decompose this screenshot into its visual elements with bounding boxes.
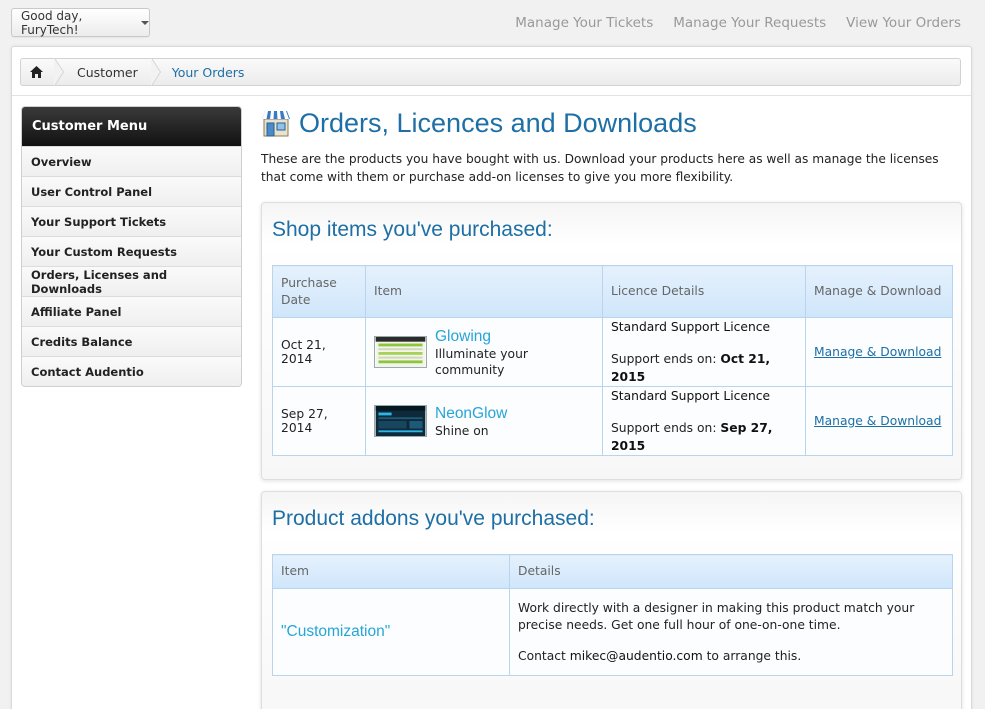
column-licence-details: Licence Details	[602, 265, 806, 318]
column-manage-download: Manage & Download	[805, 265, 953, 318]
item-description: Illuminate your community	[435, 346, 528, 377]
purchase-date: Oct 21, 2014	[272, 317, 366, 387]
purchases-panel: Shop items you've purchased: Purchase Da…	[261, 202, 962, 480]
addon-details: Work directly with a designer in making …	[518, 600, 915, 632]
sidebar-item-user-control-panel[interactable]: User Control Panel	[22, 176, 241, 206]
nav-view-orders[interactable]: View Your Orders	[846, 15, 961, 31]
support-label: Support ends on:	[611, 352, 717, 366]
breadcrumb-customer-label: Customer	[77, 64, 138, 80]
home-icon	[29, 66, 43, 78]
sidebar-item-contact[interactable]: Contact Audentio	[22, 356, 241, 386]
addons-heading: Product addons you've purchased:	[272, 507, 595, 530]
sidebar-item-orders[interactable]: Orders, Licenses and Downloads	[22, 266, 241, 296]
breadcrumb-home[interactable]	[21, 58, 64, 86]
column-item: Item	[365, 265, 603, 318]
sidebar-item-overview[interactable]: Overview	[22, 146, 241, 176]
intro-text: These are the products you have bought w…	[261, 152, 939, 184]
breadcrumb: Customer Your Orders	[20, 58, 961, 86]
purchases-heading: Shop items you've purchased:	[272, 218, 553, 241]
breadcrumb-customer[interactable]: Customer	[55, 58, 161, 86]
addons-panel: Product addons you've purchased: Item De…	[261, 491, 962, 709]
caret-down-icon	[141, 20, 149, 25]
addon-details-cell: Work directly with a designer in making …	[509, 588, 953, 676]
breadcrumb-separator	[54, 58, 64, 86]
item-name-neonglow[interactable]: NeonGlow	[435, 404, 507, 423]
addons-table-header: Item Details	[272, 554, 953, 589]
header-divider	[12, 95, 971, 96]
contact-email[interactable]: mikec@audentio.com	[570, 649, 703, 663]
action-cell: Manage & Download	[805, 317, 953, 387]
column-details: Details	[509, 554, 953, 589]
nav-manage-requests[interactable]: Manage Your Requests	[673, 15, 826, 31]
contact-prefix: Contact	[518, 648, 566, 663]
purchases-table: Purchase Date Item Licence Details Manag…	[272, 265, 953, 456]
item-name-glowing[interactable]: Glowing	[435, 327, 594, 346]
store-icon	[262, 111, 290, 137]
action-cell: Manage & Download	[805, 386, 953, 456]
customer-menu: Customer Menu Overview User Control Pane…	[21, 106, 242, 387]
top-navigation: Manage Your Tickets Manage Your Requests…	[515, 15, 961, 31]
support-label: Support ends on:	[611, 421, 717, 435]
addons-table: Item Details "Customization" Work direct…	[272, 554, 953, 676]
addon-name[interactable]: "Customization"	[281, 623, 390, 640]
glowing-thumbnail	[374, 336, 427, 368]
page-title: Orders, Licences and Downloads	[261, 106, 962, 140]
breadcrumb-your-orders-label: Your Orders	[171, 64, 245, 80]
breadcrumb-your-orders[interactable]: Your Orders	[152, 59, 259, 85]
main-content: Orders, Licences and Downloads These are…	[261, 106, 962, 709]
column-purchase-date: Purchase Date	[272, 265, 366, 318]
main-wrapper: Customer Your Orders Customer Menu Overv…	[11, 46, 972, 709]
greeting-label: Good day, FuryTech!	[21, 8, 83, 37]
item-cell: Glowing Illuminate your community	[365, 317, 603, 387]
neonglow-thumbnail	[374, 405, 427, 437]
nav-manage-tickets[interactable]: Manage Your Tickets	[515, 15, 653, 31]
contact-suffix: to arrange this.	[706, 648, 802, 663]
manage-download-link[interactable]: Manage & Download	[814, 345, 941, 359]
sidebar-item-support-tickets[interactable]: Your Support Tickets	[22, 206, 241, 236]
licence-cell: Standard Support Licence Support ends on…	[602, 386, 806, 456]
licence-cell: Standard Support Licence Support ends on…	[602, 317, 806, 387]
page-title-text: Orders, Licences and Downloads	[299, 107, 697, 138]
column-item: Item	[272, 554, 510, 589]
manage-download-link[interactable]: Manage & Download	[814, 414, 941, 428]
table-row: "Customization" Work directly with a des…	[272, 588, 953, 676]
item-cell: NeonGlow Shine on	[365, 386, 603, 456]
licence-title: Standard Support Licence	[611, 389, 771, 403]
sidebar-item-affiliate-panel[interactable]: Affiliate Panel	[22, 296, 241, 326]
item-description: Shine on	[435, 423, 489, 438]
purchase-date: Sep 27, 2014	[272, 386, 366, 456]
breadcrumb-separator	[150, 58, 161, 86]
addon-item-cell: "Customization"	[272, 588, 510, 676]
table-row: Sep 27, 2014 NeonGlow Shine on Standard …	[272, 386, 953, 456]
sidebar-item-custom-requests[interactable]: Your Custom Requests	[22, 236, 241, 266]
greeting-dropdown[interactable]: Good day, FuryTech!	[11, 8, 150, 37]
purchases-table-header: Purchase Date Item Licence Details Manag…	[272, 265, 953, 318]
table-row: Oct 21, 2014 Glowing Illuminate your com…	[272, 317, 953, 387]
sidebar-item-credits-balance[interactable]: Credits Balance	[22, 326, 241, 356]
customer-menu-title: Customer Menu	[22, 107, 241, 146]
licence-title: Standard Support Licence	[611, 320, 771, 334]
